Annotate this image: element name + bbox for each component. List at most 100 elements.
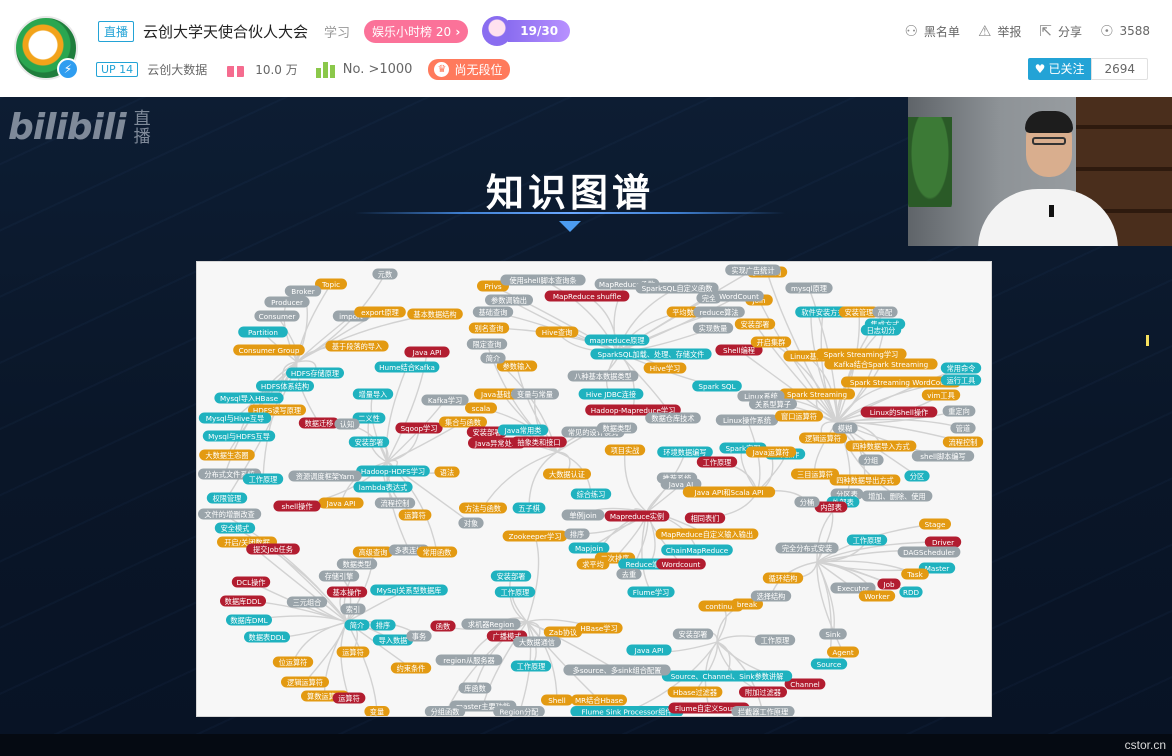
graph-node-label: Consumer Group	[239, 346, 300, 355]
hour-rank-pill[interactable]: 娱乐小时榜 20	[364, 19, 469, 43]
graph-edge	[641, 511, 652, 593]
graph-node: 语法	[434, 466, 460, 478]
graph-node: 参数调输出	[485, 294, 533, 306]
graph-node-label: Zab协议	[549, 628, 577, 637]
graph-node-label: 基本数据结构	[413, 310, 456, 319]
graph-node-label: Java API	[412, 348, 442, 357]
graph-node: Hive查询	[535, 326, 579, 338]
graph-node: Zookeeper学习	[502, 530, 568, 542]
graph-node-label: 文件的增删改查	[204, 510, 254, 519]
graph-node-label: Sqoop学习	[401, 424, 438, 433]
graph-node-label: 常用函数	[423, 548, 452, 557]
graph-node-label: 高配	[878, 308, 892, 317]
header-actions: ⚇ 黑名单 ⚠ 举报 ⇱ 分享 ☉ 3588	[886, 22, 1150, 40]
graph-node: 基于段落的导入	[325, 340, 389, 352]
graph-node-label: 认知	[340, 420, 354, 429]
graph-node: Region分配	[493, 706, 545, 716]
graph-edge	[528, 451, 558, 509]
graph-node: 单例join	[561, 509, 605, 521]
graph-node: Java常用类	[497, 424, 549, 436]
graph-node-label: Kafka结合Spark Streaming	[834, 360, 928, 369]
graph-node: 排序	[564, 528, 590, 540]
up-level-tag: UP 14	[96, 61, 139, 77]
graph-node: 拦截器工作原理	[731, 706, 795, 716]
graph-node: HDFS存储原理	[286, 367, 344, 379]
graph-node: HDFS体系结构	[256, 380, 314, 392]
graph-node: 数据迁移	[298, 417, 340, 429]
graph-node-label: Driver	[932, 538, 954, 547]
blacklist-button[interactable]: ⚇ 黑名单	[904, 22, 959, 40]
graph-node-label: 基本操作	[333, 588, 362, 597]
graph-node: Spark Streaming	[779, 388, 855, 400]
graph-node: 循环结构	[762, 572, 804, 584]
graph-node: 四种数据导出方式	[829, 474, 901, 486]
graph-node-label: 变量	[370, 707, 384, 716]
graph-node: 工作原理	[494, 586, 536, 598]
graph-node-label: Spark SQL	[698, 382, 735, 391]
share-button[interactable]: ⇱ 分享	[1039, 22, 1082, 40]
graph-node: 提交Job任务	[246, 543, 300, 555]
graph-node-label: Java API	[326, 499, 356, 508]
graph-node: WordCount	[714, 290, 764, 302]
live-tag: 直播	[98, 20, 135, 42]
graph-node-label: 安全模式	[221, 524, 250, 533]
graph-node: Sqoop学习	[395, 422, 443, 434]
graph-node-label: Producer	[271, 298, 303, 307]
graph-node: Spark SQL	[692, 380, 742, 392]
graph-node-label: 对象	[464, 519, 478, 528]
graph-node-label: 安装部署	[497, 572, 526, 581]
graph-node-label: Source	[817, 660, 842, 669]
graph-node: 方法与函数	[459, 502, 507, 514]
graph-node: 项目实战	[604, 444, 646, 456]
graph-node: 约束条件	[390, 662, 432, 674]
graph-node-label: Region分配	[500, 707, 539, 716]
up-name[interactable]: 云创大数据	[147, 61, 207, 78]
follow-button[interactable]: ♥ 已关注	[1027, 58, 1092, 80]
graph-node: DAGScheduler	[897, 546, 961, 558]
graph-node: 相同表们	[684, 512, 726, 524]
graph-node-label: Spark Streaming WordCount	[850, 378, 952, 387]
graph-node-label: Flume Sink Processor组件	[582, 707, 673, 716]
graph-node-label: 元数	[378, 270, 392, 279]
graph-node-label: 四种数据导入方式	[852, 442, 910, 451]
graph-node-label: 二义性	[358, 414, 380, 423]
graph-node-label: Hadoop-HDFS学习	[361, 467, 425, 476]
streamer-avatar[interactable]: ⚡	[14, 16, 79, 80]
graph-node: 运行工具	[940, 374, 982, 386]
room-info-row: 直播 云创大学天使合伙人大会 学习 娱乐小时榜 20 19/30	[98, 16, 571, 46]
graph-node-label: 集合与函数	[445, 418, 481, 427]
graph-node-label: 项目实战	[611, 446, 640, 455]
graph-node-label: Hbase过滤器	[673, 688, 717, 697]
title-underline	[355, 212, 785, 214]
graph-node-label: Linux的Shell操作	[870, 408, 928, 417]
graph-node: 对象	[458, 517, 484, 529]
graph-node-label: 常用命令	[947, 364, 976, 373]
graph-node-label: Privs	[484, 282, 501, 291]
graph-node-label: 选择结构	[757, 592, 786, 601]
graph-node: Consumer	[254, 310, 300, 322]
anchor-level-badge[interactable]: 19/30	[482, 16, 571, 46]
graph-node-label: Wordcount	[662, 560, 701, 569]
video-player[interactable]: bilibili 直播 知识图谱 Topic Broker Producer Cons…	[0, 97, 1172, 734]
graph-node: 变量与常量	[511, 388, 559, 400]
graph-node-label: 软件安装方式	[801, 308, 844, 317]
graph-node: 流程控制	[942, 436, 984, 448]
graph-node: vim工具	[921, 389, 961, 401]
report-button[interactable]: ⚠ 举报	[978, 22, 1021, 40]
graph-node: 分区	[904, 470, 930, 482]
graph-node: DCL操作	[231, 576, 271, 588]
graph-node: Mysql与HDFS互导	[202, 430, 276, 442]
graph-node-label: 运行工具	[947, 376, 976, 385]
graph-node: 分桶	[794, 496, 820, 508]
area-link[interactable]: 学习	[324, 22, 350, 41]
heart-icon: ♥	[1034, 62, 1046, 76]
graph-node-label: 环境数据编写	[663, 448, 706, 457]
graph-node-label: 抽象类和接口	[517, 438, 560, 447]
graph-node-label: DCL操作	[237, 578, 266, 587]
graph-node-label: 索引	[346, 605, 360, 614]
graph-node-label: Flume学习	[633, 588, 670, 597]
graph-node: 增量导入	[352, 388, 394, 400]
graph-node-label: 分桶	[800, 498, 814, 507]
graph-node-label: Mapjoin	[575, 544, 603, 553]
segment-pill[interactable]: ♛ 尚无段位	[428, 58, 511, 80]
